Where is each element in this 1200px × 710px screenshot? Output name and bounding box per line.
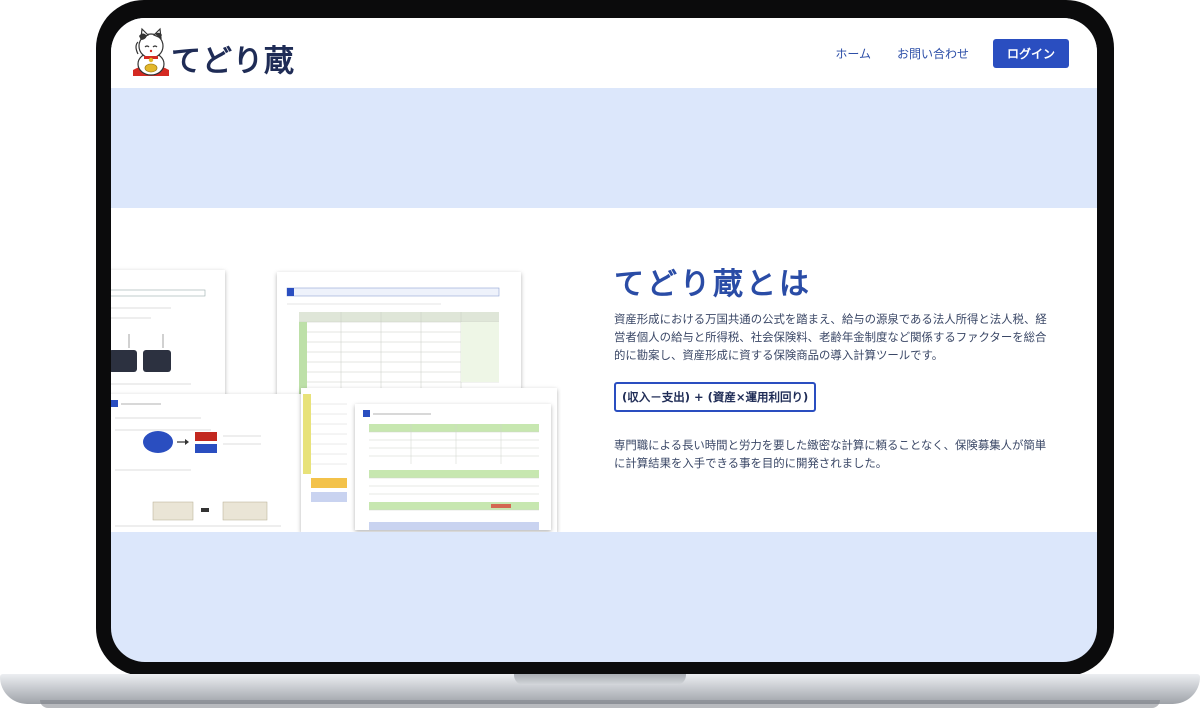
main-nav: ホーム お問い合わせ ログイン bbox=[835, 39, 1069, 68]
maneki-neko-logo-icon bbox=[133, 27, 169, 76]
nav-contact-link[interactable]: お問い合わせ bbox=[897, 45, 969, 62]
about-section: てどり蔵とは 資産形成における万国共通の公式を踏まえ、給与の源泉である法人所得と… bbox=[111, 208, 1097, 532]
laptop-base-shadow bbox=[40, 700, 1160, 708]
about-description: 資産形成における万国共通の公式を踏まえ、給与の源泉である法人所得と法人税、経営者… bbox=[614, 312, 1047, 362]
browser-viewport: てどり蔵 ホーム お問い合わせ ログイン てどり蔵とは 資産形成における万国共通… bbox=[111, 18, 1097, 662]
site-logo[interactable]: てどり蔵 bbox=[129, 24, 294, 82]
logo-text: てどり蔵 bbox=[171, 44, 295, 79]
nav-home-link[interactable]: ホーム bbox=[835, 45, 871, 62]
login-button[interactable]: ログイン bbox=[992, 39, 1069, 68]
laptop-hinge-notch bbox=[514, 674, 686, 685]
about-purpose: 専門職による長い時間と労力を要した緻密な計算に頼ることなく、保険募集人が簡単に計… bbox=[614, 438, 1047, 470]
tool-screenshots-collage bbox=[111, 270, 557, 532]
formula-button[interactable]: (収入－支出) + (資産×運用利回り) bbox=[614, 382, 817, 412]
about-title: てどり蔵とは bbox=[614, 266, 812, 302]
site-header: てどり蔵 ホーム お問い合わせ ログイン bbox=[111, 18, 1097, 88]
